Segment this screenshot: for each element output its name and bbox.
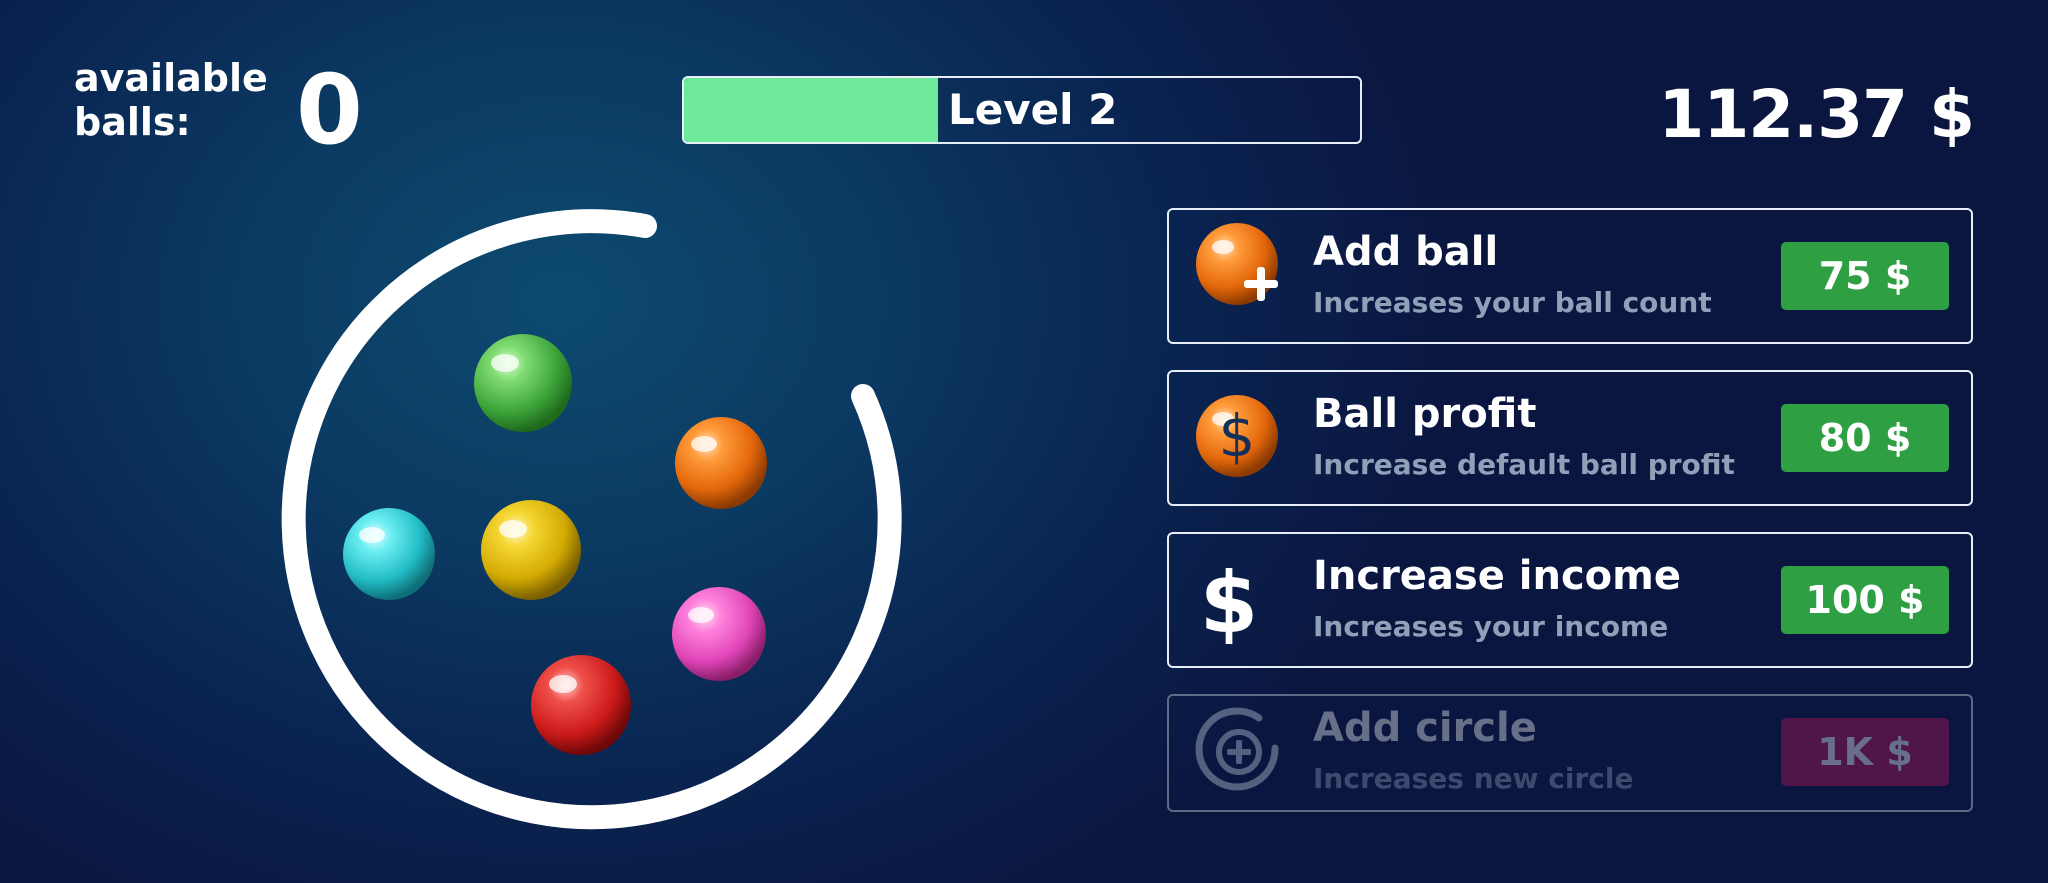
ball-profit-icon: $ [1196, 395, 1278, 477]
orange-ball [675, 417, 767, 509]
svg-text:$: $ [1200, 556, 1258, 644]
buy-ball-profit-button[interactable]: 80 $ [1781, 404, 1949, 472]
buy-add-ball-button[interactable]: 75 $ [1781, 242, 1949, 310]
cyan-ball [343, 508, 435, 600]
upgrade-description: Increases new circle [1313, 762, 1634, 795]
level-progress-fill [684, 78, 938, 142]
dollar-icon: $ [1200, 556, 1258, 644]
upgrade-description: Increases your ball count [1313, 286, 1712, 319]
upgrade-add-ball[interactable]: Add ball Increases your ball count 75 $ [1167, 208, 1973, 344]
upgrade-title: Ball profit [1313, 391, 1537, 437]
pink-ball [672, 587, 766, 681]
money-balance: 112.37 $ [1658, 76, 1975, 153]
add-circle-icon [1195, 707, 1279, 791]
upgrade-description: Increases your income [1313, 610, 1669, 643]
buy-add-circle-button[interactable]: 1K $ [1781, 718, 1949, 786]
buy-increase-income-button[interactable]: 100 $ [1781, 566, 1949, 634]
level-progress-bar: Level 2 [682, 76, 1362, 144]
green-ball [474, 334, 572, 432]
upgrade-increase-income[interactable]: $ Increase income Increases your income … [1167, 532, 1973, 668]
game-circle-area[interactable] [250, 180, 930, 860]
upgrade-add-circle[interactable]: Add circle Increases new circle 1K $ [1167, 694, 1973, 812]
upgrade-ball-profit[interactable]: $ Ball profit Increase default ball prof… [1167, 370, 1973, 506]
level-label: Level 2 [948, 85, 1118, 134]
red-ball [531, 655, 631, 755]
yellow-ball [481, 500, 581, 600]
available-balls-count: 0 [296, 54, 363, 166]
upgrade-title: Add circle [1313, 705, 1537, 751]
upgrade-title: Increase income [1313, 553, 1681, 599]
add-ball-icon [1196, 223, 1278, 305]
available-balls-label: available balls: [74, 56, 268, 144]
upgrade-description: Increase default ball profit [1313, 448, 1735, 481]
svg-text:$: $ [1219, 402, 1256, 470]
upgrade-title: Add ball [1313, 229, 1499, 275]
